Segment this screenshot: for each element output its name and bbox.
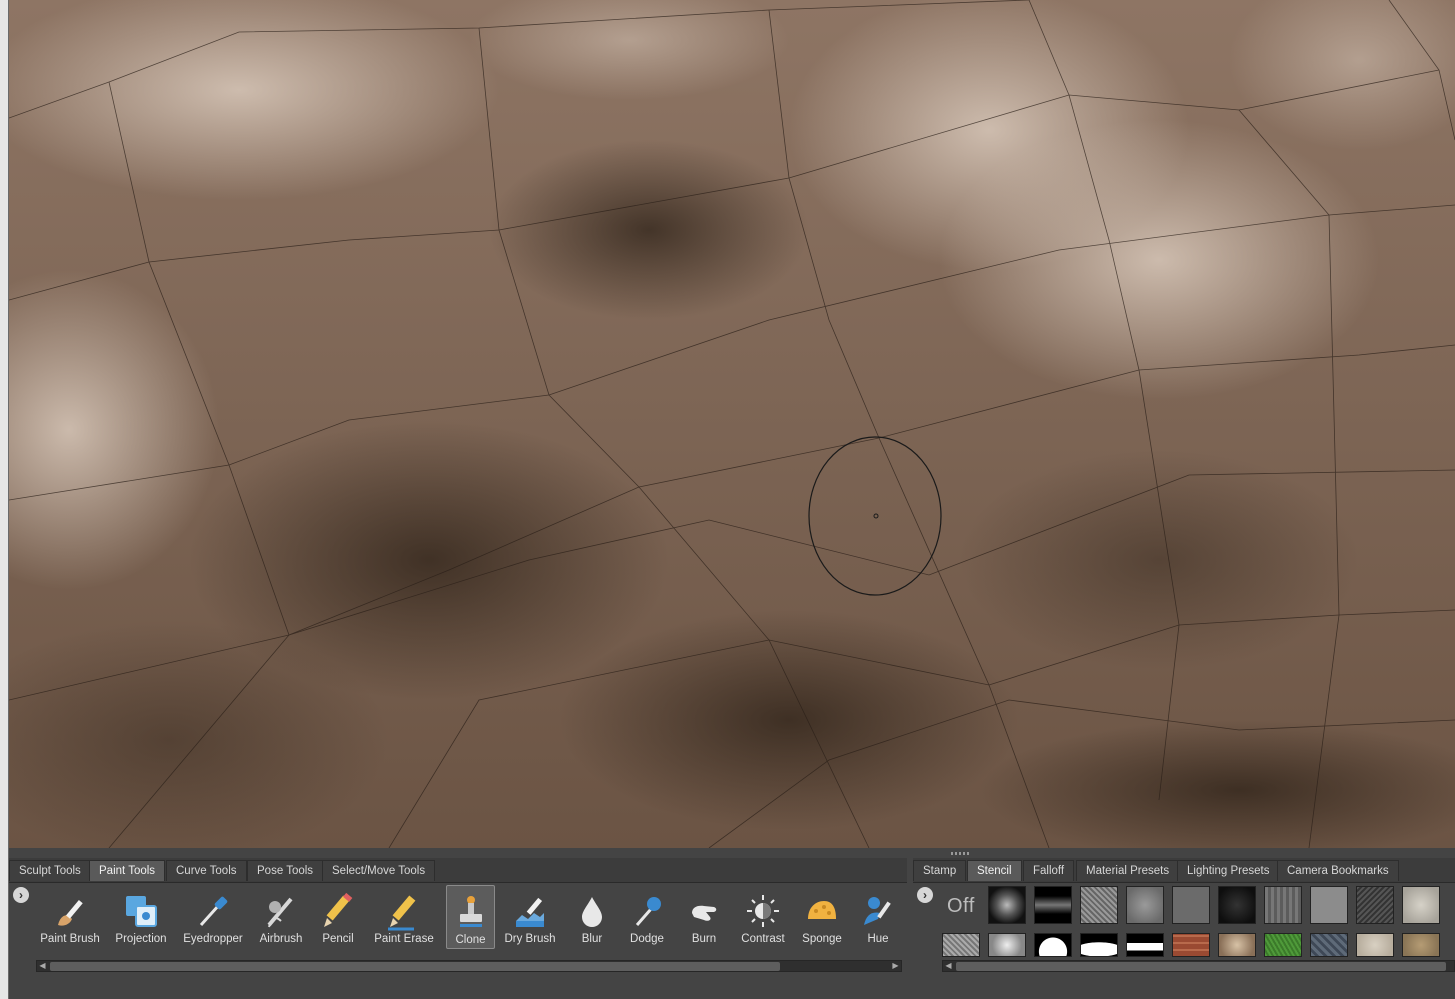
stencil-thumbnail[interactable] (1264, 886, 1302, 924)
tab-material-presets[interactable]: Material Presets (1076, 860, 1180, 881)
dodge-icon (635, 897, 661, 926)
tool-clone[interactable]: Clone (446, 885, 495, 949)
stencil-thumbnail[interactable] (1402, 886, 1440, 924)
tools-horizontal-scrollbar[interactable]: ◀ ▶ (36, 960, 902, 972)
tab-curve-tools[interactable]: Curve Tools (166, 860, 247, 881)
expand-presets-button[interactable]: › (917, 887, 933, 903)
presets-tab-bar: Stamp Stencil Falloff Material Presets L… (913, 858, 1455, 883)
stencil-thumbnail[interactable] (1356, 886, 1394, 924)
tab-paint-tools[interactable]: Paint Tools (89, 860, 166, 881)
tab-stencil[interactable]: Stencil (967, 860, 1022, 881)
tool-label: Clone (455, 934, 486, 946)
tool-label: Airbrush (259, 933, 303, 945)
tools-tab-bar: Sculpt Tools Paint Tools Curve Tools Pos… (9, 858, 907, 883)
clone-stamp-icon (459, 896, 482, 927)
stencil-thumbnail[interactable] (942, 933, 980, 957)
airbrush-icon (267, 897, 293, 928)
tools-panel: Sculpt Tools Paint Tools Curve Tools Pos… (9, 858, 907, 999)
tool-blur[interactable]: Blur (561, 885, 623, 949)
presets-panel: Stamp Stencil Falloff Material Presets L… (913, 858, 1455, 999)
stencil-thumbnail[interactable] (1172, 886, 1210, 924)
tool-label: Contrast (741, 933, 785, 945)
tool-label: Paint Brush (40, 933, 100, 945)
tool-label: Pencil (322, 933, 354, 945)
blur-drop-icon (582, 897, 602, 927)
tool-paint-brush[interactable]: Paint Brush (39, 885, 101, 949)
tool-paint-erase[interactable]: Paint Erase (373, 885, 435, 949)
3d-viewport[interactable] (9, 0, 1455, 848)
tab-falloff[interactable]: Falloff (1023, 860, 1075, 881)
stencil-thumbnail[interactable] (988, 933, 1026, 957)
burn-hand-icon (692, 905, 717, 921)
sponge-icon (808, 901, 836, 919)
stencil-thumbnail[interactable] (1402, 933, 1440, 957)
paint-brush-icon (58, 900, 83, 926)
hue-icon (864, 897, 891, 925)
tab-lighting-presets[interactable]: Lighting Presets (1177, 860, 1280, 881)
dock-resize-grip[interactable] (951, 852, 969, 855)
stencil-thumbnail[interactable] (1172, 933, 1210, 957)
tool-label: Projection (115, 933, 167, 945)
tool-projection[interactable]: Projection (110, 885, 172, 949)
stencil-thumbnail[interactable] (1034, 933, 1072, 957)
tool-label: Hue (867, 933, 889, 945)
left-window-edge (0, 0, 9, 999)
tool-label: Dodge (630, 933, 664, 945)
scroll-left-arrow-icon[interactable]: ◀ (37, 961, 48, 971)
tool-label: Blur (581, 933, 603, 945)
tool-dodge[interactable]: Dodge (616, 885, 678, 949)
stencil-thumbnail[interactable] (1310, 886, 1348, 924)
tool-contrast[interactable]: Contrast (732, 885, 794, 949)
tool-eyedropper[interactable]: Eyedropper (182, 885, 244, 949)
stencil-thumbnail[interactable] (988, 886, 1026, 924)
stencil-thumbnail[interactable] (1264, 933, 1302, 957)
tool-sponge[interactable]: Sponge (791, 885, 853, 949)
paint-erase-icon (388, 895, 416, 931)
stencil-thumbnail[interactable] (1080, 886, 1118, 924)
tab-pose-tools[interactable]: Pose Tools (247, 860, 324, 881)
stencil-thumbnail[interactable] (1126, 886, 1164, 924)
tool-airbrush[interactable]: Airbrush (250, 885, 312, 949)
tool-dry-brush[interactable]: Dry Brush (499, 885, 561, 949)
tab-stamp[interactable]: Stamp (913, 860, 967, 881)
tool-pencil[interactable]: Pencil (307, 885, 369, 949)
tool-label: Burn (691, 933, 717, 945)
eyedropper-icon (199, 896, 228, 927)
tool-label: Dry Brush (504, 933, 556, 945)
stencil-thumbnail[interactable] (1310, 933, 1348, 957)
tool-label: Eyedropper (183, 933, 243, 945)
projection-icon (126, 896, 157, 927)
stencil-thumbnail[interactable] (1218, 933, 1256, 957)
stencil-thumbnail[interactable] (1218, 886, 1256, 924)
dry-brush-icon (516, 897, 544, 927)
contrast-sun-icon (747, 895, 779, 927)
scrollbar-thumb[interactable] (50, 962, 780, 971)
tool-label: Paint Erase (374, 933, 434, 945)
tab-select-move-tools[interactable]: Select/Move Tools (322, 860, 436, 881)
scroll-right-arrow-icon[interactable]: ▶ (890, 961, 901, 971)
stencil-thumbnail[interactable] (1126, 933, 1164, 957)
scrollbar-thumb[interactable] (956, 962, 1446, 971)
tool-label: Sponge (802, 933, 842, 945)
expand-tools-button[interactable]: › (13, 887, 29, 903)
stencil-thumbnail[interactable] (1356, 933, 1394, 957)
tab-sculpt-tools[interactable]: Sculpt Tools (9, 860, 91, 881)
pencil-icon (324, 892, 353, 927)
presets-horizontal-scrollbar[interactable]: ◀ (942, 960, 1455, 972)
sculpted-surface (9, 0, 1455, 848)
stencil-thumbnail[interactable] (1080, 933, 1118, 957)
stencil-thumbnail[interactable] (1034, 886, 1072, 924)
scroll-left-arrow-icon[interactable]: ◀ (943, 961, 954, 971)
tool-burn[interactable]: Burn (673, 885, 735, 949)
tab-camera-bookmarks[interactable]: Camera Bookmarks (1277, 860, 1399, 881)
tool-hue[interactable]: Hue (847, 885, 909, 949)
stencil-off-option[interactable]: Off (947, 895, 975, 918)
